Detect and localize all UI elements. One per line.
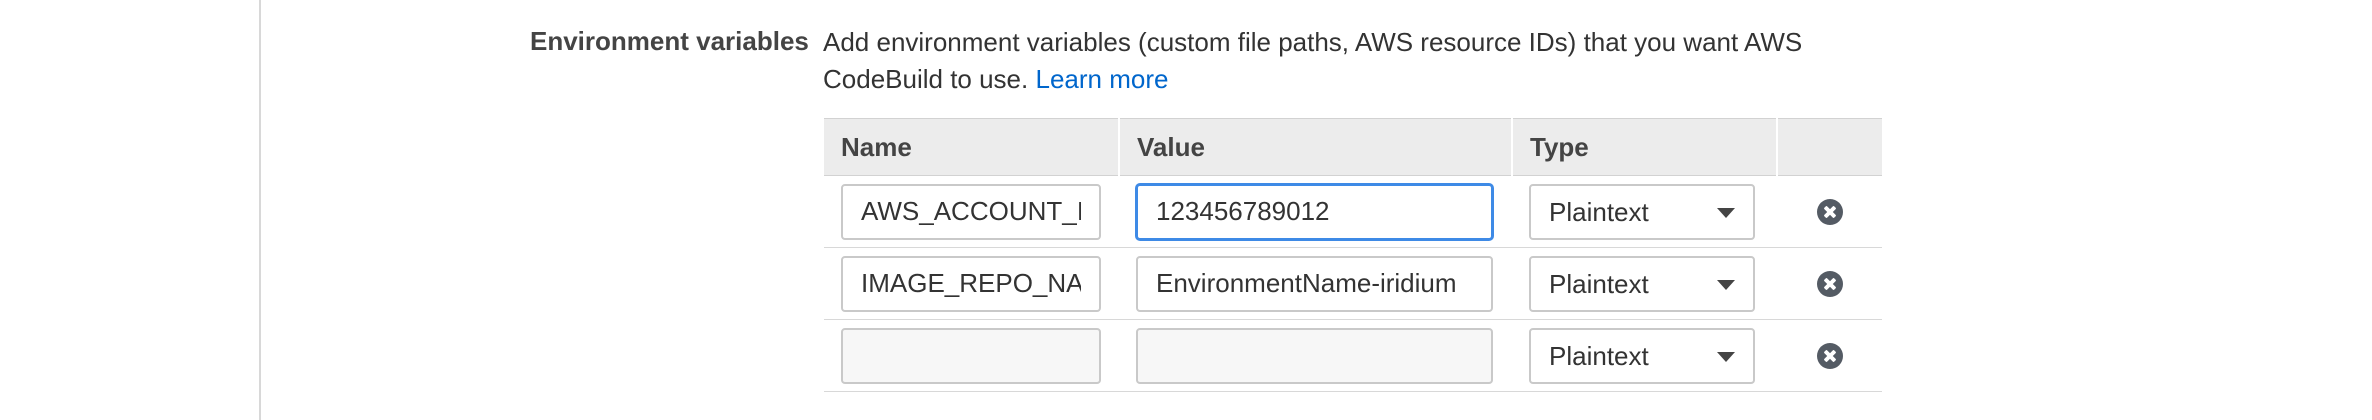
value-cell [1119,175,1512,248]
select-value: Plaintext [1549,268,1649,299]
remove-cell [1777,247,1882,320]
chevron-down-icon [1717,351,1735,362]
variable-name-input[interactable] [841,327,1101,384]
description-text: Add environment variables (custom file p… [823,27,1803,94]
remove-circle-x-icon[interactable] [1816,198,1843,225]
remove-cell [1777,175,1882,248]
learn-more-link[interactable]: Learn more [1035,64,1168,94]
variable-value-input[interactable] [1136,183,1493,240]
select-value: Plaintext [1549,196,1649,227]
name-cell [824,175,1119,248]
type-cell: Plaintext [1512,247,1777,320]
remove-cell [1777,319,1882,392]
variable-value-input[interactable] [1136,255,1493,312]
column-header-type: Type [1512,118,1778,176]
variable-name-input[interactable] [841,255,1101,312]
table-row: Plaintext [824,247,1882,320]
environment-variables-label: Environment variables [530,26,809,56]
variable-type-select[interactable]: Plaintext [1529,327,1755,384]
name-cell [824,247,1119,320]
remove-circle-x-icon[interactable] [1816,342,1843,369]
name-cell [824,319,1119,392]
column-header-name: Name [824,118,1120,176]
chevron-down-icon [1717,207,1735,218]
chevron-down-icon [1717,279,1735,290]
variable-value-input[interactable] [1136,327,1493,384]
variable-type-select[interactable]: Plaintext [1529,255,1755,312]
type-cell: Plaintext [1512,319,1777,392]
table-header-row: Name Value Type [824,118,1882,176]
variable-type-select[interactable]: Plaintext [1529,183,1755,240]
table-row: Plaintext [824,175,1882,248]
remove-circle-x-icon[interactable] [1816,270,1843,297]
value-cell [1119,247,1512,320]
table-row: Plaintext [824,319,1882,392]
type-cell: Plaintext [1512,175,1777,248]
left-border [259,0,261,420]
variable-name-input[interactable] [841,183,1101,240]
environment-variables-table: Name Value Type Plaintext [824,118,1882,392]
column-header-remove [1777,118,1882,176]
select-value: Plaintext [1549,340,1649,371]
environment-variables-description: Add environment variables (custom file p… [823,24,1823,98]
column-header-value: Value [1119,118,1513,176]
value-cell [1119,319,1512,392]
